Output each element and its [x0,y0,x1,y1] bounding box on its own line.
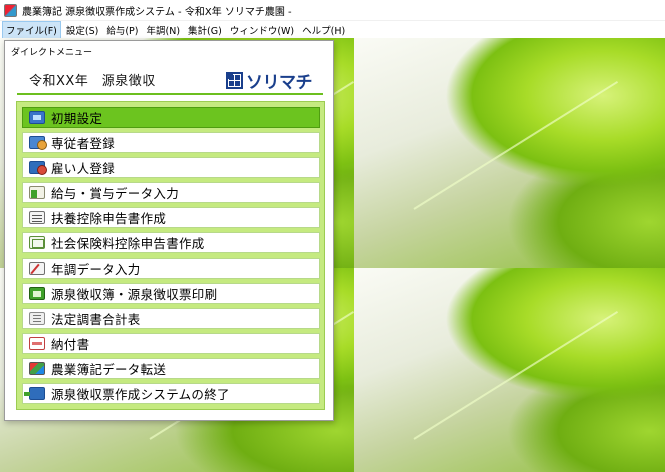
window-title: 農業簿記 源泉徴収票作成システム - 令和X年 ソリマチ農園 - [22,6,292,18]
wallpaper-tile [354,38,665,268]
menu-help[interactable]: ヘルプ(H) [299,22,348,38]
menu-bar: ファイル(F) 設定(S) 給与(P) 年調(N) 集計(G) ウィンドウ(W)… [0,20,665,39]
menu-item-initial-settings[interactable]: 初期設定 [22,107,320,128]
payment-icon [29,336,45,350]
menu-item-hired-worker[interactable]: 雇い人登録 [22,157,320,179]
menu-item-yearend-input[interactable]: 年調データ入力 [22,257,320,279]
hire-icon [29,161,47,176]
menu-item-label: 雇い人登録 [51,161,116,177]
print-icon [29,286,45,300]
menu-item-data-transfer[interactable]: 農業簿記データ転送 [22,357,320,379]
menu-item-label: 扶養控除申告書作成 [51,211,167,227]
menu-summary[interactable]: 集計(G) [185,22,225,38]
menu-window[interactable]: ウィンドウ(W) [227,22,297,38]
menu-item-label: 納付書 [51,336,90,352]
logo-mark-icon [226,71,243,89]
wallpaper-tile [354,268,665,472]
menu-item-label: 源泉徴収票作成システムの終了 [51,387,230,403]
menu-settings[interactable]: 設定(S) [63,22,101,38]
menu-item-statutory-summary[interactable]: 法定調書合計表 [22,307,320,329]
menu-item-dependent-form[interactable]: 扶養控除申告書作成 [22,207,320,229]
direct-menu-dialog: ダイレクトメニュー 令和XX年 源泉徴収 ソリマチ 初期設定 専従者登録 雇い人… [4,40,334,421]
dialog-caption: ダイレクトメニュー [11,48,93,58]
sorimachi-logo: ソリマチ [226,67,323,93]
yearend-icon [29,261,45,275]
app-icon [4,3,17,17]
menu-item-family-employee[interactable]: 専従者登録 [22,132,320,154]
menu-item-salary-input[interactable]: 給与・賞与データ入力 [22,182,320,204]
transfer-icon [29,361,45,375]
dialog-header: 令和XX年 源泉徴収 ソリマチ [17,65,323,95]
menu-item-label: 年調データ入力 [51,261,141,277]
menu-item-label: 専従者登録 [51,136,116,152]
menu-item-label: 社会保険料控除申告書作成 [51,236,205,252]
exit-icon [24,387,45,401]
salary-icon [29,186,45,200]
statutory-icon [29,311,45,325]
employee-icon [29,136,47,151]
menu-item-payment-slip[interactable]: 納付書 [22,332,320,354]
menu-yearend[interactable]: 年調(N) [144,22,184,38]
settings-icon [29,111,45,124]
menu-list: 初期設定 専従者登録 雇い人登録 給与・賞与データ入力 扶養控除申告書作成 社会… [16,101,325,410]
menu-item-label: 農業簿記データ転送 [51,361,167,377]
dependent-icon [29,211,45,225]
logo-text: ソリマチ [246,72,313,93]
menu-item-label: 法定調書合計表 [51,311,141,327]
dialog-heading: 令和XX年 源泉徴収 [29,73,156,89]
menu-file[interactable]: ファイル(F) [2,20,61,39]
menu-item-label: 源泉徴収簿・源泉徴収票印刷 [51,286,218,302]
menu-item-label: 給与・賞与データ入力 [51,186,180,202]
title-bar: 農業簿記 源泉徴収票作成システム - 令和X年 ソリマチ農園 - [0,0,665,21]
menu-item-print-slips[interactable]: 源泉徴収簿・源泉徴収票印刷 [22,282,320,304]
menu-item-label: 初期設定 [51,111,103,126]
menu-item-insurance-form[interactable]: 社会保険料控除申告書作成 [22,232,320,254]
menu-item-exit[interactable]: 源泉徴収票作成システムの終了 [22,383,320,405]
menu-salary[interactable]: 給与(P) [103,22,141,38]
insurance-icon [29,236,45,250]
